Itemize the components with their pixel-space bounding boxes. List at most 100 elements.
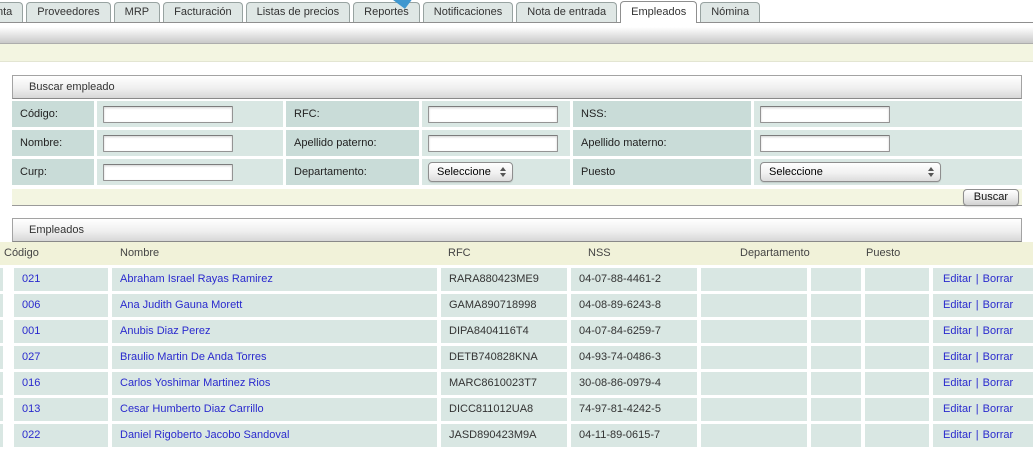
row-edge-cell: [0, 320, 3, 343]
nss-input[interactable]: [760, 106, 890, 123]
curp-input[interactable]: [103, 164, 233, 181]
employee-code-link[interactable]: 006: [22, 299, 40, 311]
editar-link[interactable]: Editar: [943, 273, 972, 285]
employee-departamento-cell: [701, 294, 807, 317]
row-edge-cell: [0, 372, 3, 395]
app-window: nta Proveedores MRP Facturación Listas d…: [0, 0, 1033, 450]
editar-link[interactable]: Editar: [943, 299, 972, 311]
employee-name-link[interactable]: Carlos Yoshimar Martinez Rios: [120, 377, 270, 389]
editar-link[interactable]: Editar: [943, 377, 972, 389]
editar-link[interactable]: Editar: [943, 403, 972, 415]
select-stepper-icon: [496, 164, 512, 180]
apellido-materno-label: Apellido materno:: [573, 130, 751, 156]
employee-name-link[interactable]: Daniel Rigoberto Jacobo Sandoval: [120, 429, 289, 441]
employee-code-cell: 001: [14, 320, 108, 343]
tab-empleados[interactable]: Empleados: [620, 1, 697, 23]
departamento-label: Departamento:: [286, 159, 419, 185]
row-actions-cell: Editar|Borrar: [933, 398, 1033, 421]
employee-name-link[interactable]: Braulio Martin De Anda Torres: [120, 351, 267, 363]
column-header-nss: NSS: [588, 242, 611, 265]
employee-name-link[interactable]: Anubis Diaz Perez: [120, 325, 211, 337]
apellido-materno-input[interactable]: [760, 135, 890, 152]
nombre-field-cell: [97, 130, 283, 156]
rfc-label: RFC:: [286, 101, 419, 127]
tab-proveedores[interactable]: Proveedores: [26, 2, 110, 22]
employee-code-link[interactable]: 022: [22, 429, 40, 441]
borrar-link[interactable]: Borrar: [983, 273, 1014, 285]
row-actions-cell: Editar|Borrar: [933, 372, 1033, 395]
employee-name-link[interactable]: Cesar Humberto Diaz Carrillo: [120, 403, 264, 415]
buscar-button[interactable]: Buscar: [963, 189, 1019, 206]
tab-bar: nta Proveedores MRP Facturación Listas d…: [0, 0, 1033, 23]
employee-rfc-cell: DICC811012UA8: [441, 398, 567, 421]
employee-extra-cell: [811, 320, 861, 343]
employee-puesto-cell: [865, 372, 929, 395]
employee-code-cell: 027: [14, 346, 108, 369]
nss-field-cell: [754, 101, 1022, 127]
tab-facturacion[interactable]: Facturación: [163, 2, 242, 22]
curp-label: Curp:: [12, 159, 94, 185]
search-form: Código: RFC: NSS: Nombre: Apellido pater…: [12, 99, 1022, 187]
borrar-link[interactable]: Borrar: [983, 325, 1014, 337]
employee-name-link[interactable]: Ana Judith Gauna Morett: [120, 299, 242, 311]
employee-code-link[interactable]: 001: [22, 325, 40, 337]
employee-rfc-cell: DETB740828KNA: [441, 346, 567, 369]
column-header-rfc: RFC: [448, 242, 471, 265]
employee-name-cell: Carlos Yoshimar Martinez Rios: [112, 372, 437, 395]
employee-name-cell: Cesar Humberto Diaz Carrillo: [112, 398, 437, 421]
employee-departamento-cell: [701, 320, 807, 343]
tab-mrp[interactable]: MRP: [114, 2, 160, 22]
rfc-field-cell: [422, 101, 570, 127]
employee-puesto-cell: [865, 320, 929, 343]
employee-puesto-cell: [865, 268, 929, 291]
apellido-paterno-input[interactable]: [428, 135, 558, 152]
employee-code-link[interactable]: 021: [22, 273, 40, 285]
editar-link[interactable]: Editar: [943, 325, 972, 337]
employee-departamento-cell: [701, 424, 807, 447]
column-header-puesto: Puesto: [866, 242, 900, 265]
rfc-input[interactable]: [428, 106, 558, 123]
borrar-link[interactable]: Borrar: [983, 429, 1014, 441]
codigo-input[interactable]: [103, 106, 233, 123]
borrar-link[interactable]: Borrar: [983, 351, 1014, 363]
puesto-field-cell: Seleccione: [754, 159, 1022, 185]
departamento-field-cell: Seleccione: [422, 159, 570, 185]
borrar-link[interactable]: Borrar: [983, 299, 1014, 311]
borrar-link[interactable]: Borrar: [983, 403, 1014, 415]
employee-extra-cell: [811, 398, 861, 421]
row-edge-cell: [0, 398, 3, 421]
employee-code-link[interactable]: 016: [22, 377, 40, 389]
tab-nota-de-entrada[interactable]: Nota de entrada: [516, 2, 617, 22]
borrar-link[interactable]: Borrar: [983, 377, 1014, 389]
tab-notificaciones[interactable]: Notificaciones: [423, 2, 513, 22]
column-header-nombre: Nombre: [120, 242, 159, 265]
employee-code-link[interactable]: 013: [22, 403, 40, 415]
editar-link[interactable]: Editar: [943, 429, 972, 441]
employee-departamento-cell: [701, 372, 807, 395]
apellido-paterno-field-cell: [422, 130, 570, 156]
employee-departamento-cell: [701, 268, 807, 291]
employee-code-cell: 022: [14, 424, 108, 447]
action-separator: |: [976, 299, 979, 311]
puesto-select[interactable]: Seleccione: [760, 162, 941, 182]
departamento-select[interactable]: Seleccione: [428, 162, 513, 182]
nss-label: NSS:: [573, 101, 751, 127]
employee-nss-cell: 74-97-81-4242-5: [571, 398, 697, 421]
employees-table: Código Nombre RFC NSS Departamento Puest…: [0, 242, 1033, 450]
curp-field-cell: [97, 159, 283, 185]
row-edge-cell: [0, 268, 3, 291]
employee-rfc-cell: DIPA8404116T4: [441, 320, 567, 343]
editar-link[interactable]: Editar: [943, 351, 972, 363]
tab-venta[interactable]: nta: [0, 2, 23, 22]
column-header-departamento: Departamento: [740, 242, 810, 265]
column-header-codigo: Código: [4, 242, 39, 265]
codigo-field-cell: [97, 101, 283, 127]
table-row: 001Anubis Diaz PerezDIPA8404116T404-07-8…: [0, 320, 1033, 343]
action-separator: |: [976, 325, 979, 337]
employee-name-link[interactable]: Abraham Israel Rayas Ramirez: [120, 273, 273, 285]
employee-nss-cell: 30-08-86-0979-4: [571, 372, 697, 395]
tab-listas-de-precios[interactable]: Listas de precios: [246, 2, 351, 22]
nombre-input[interactable]: [103, 135, 233, 152]
tab-nomina[interactable]: Nómina: [700, 2, 760, 22]
employee-code-link[interactable]: 027: [22, 351, 40, 363]
